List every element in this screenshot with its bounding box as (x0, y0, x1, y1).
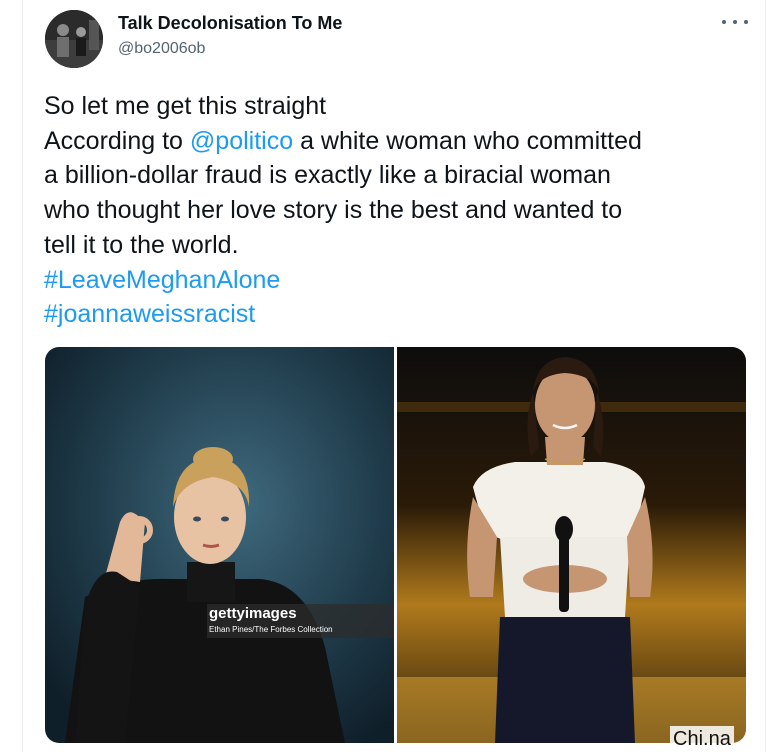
tweet-line: tell it to the world. (44, 230, 239, 259)
tweet-text-segment: According to (44, 126, 190, 155)
more-horizontal-icon[interactable] (722, 12, 748, 32)
media-divider (394, 347, 397, 743)
mention-link[interactable]: @politico (190, 127, 293, 155)
tweet-text-segment: a white woman who committed (293, 126, 642, 155)
dot (733, 20, 737, 24)
right-photo[interactable] (397, 347, 746, 743)
left-photo[interactable] (45, 347, 395, 743)
tweet-line: a billion-dollar fraud is exactly like a… (44, 161, 611, 190)
dot (744, 20, 748, 24)
hashtag-link[interactable]: #joannaweissracist (44, 297, 764, 332)
tweet-line: So let me get this straight (44, 92, 327, 120)
tweet-line: According to @politico a white woman who… (44, 124, 764, 159)
dot (722, 20, 726, 24)
photo-credit: Ethan Pines/The Forbes Collection (209, 625, 333, 634)
avatar-photo (45, 10, 103, 68)
tweet-text: So let me get this straight According to… (44, 89, 764, 332)
avatar[interactable] (45, 10, 103, 68)
tweet-line: who thought her love story is the best a… (44, 196, 623, 225)
getty-watermark: gettyimages (209, 605, 297, 622)
author-handle[interactable]: @bo2006ob (118, 40, 205, 58)
author-name[interactable]: Talk Decolonisation To Me (118, 13, 342, 34)
media-photos (45, 347, 746, 743)
media-grid[interactable]: gettyimages Ethan Pines/The Forbes Colle… (45, 347, 746, 743)
site-watermark: Chi.na (670, 726, 734, 752)
hashtag-link[interactable]: #LeaveMeghanAlone (44, 263, 764, 298)
